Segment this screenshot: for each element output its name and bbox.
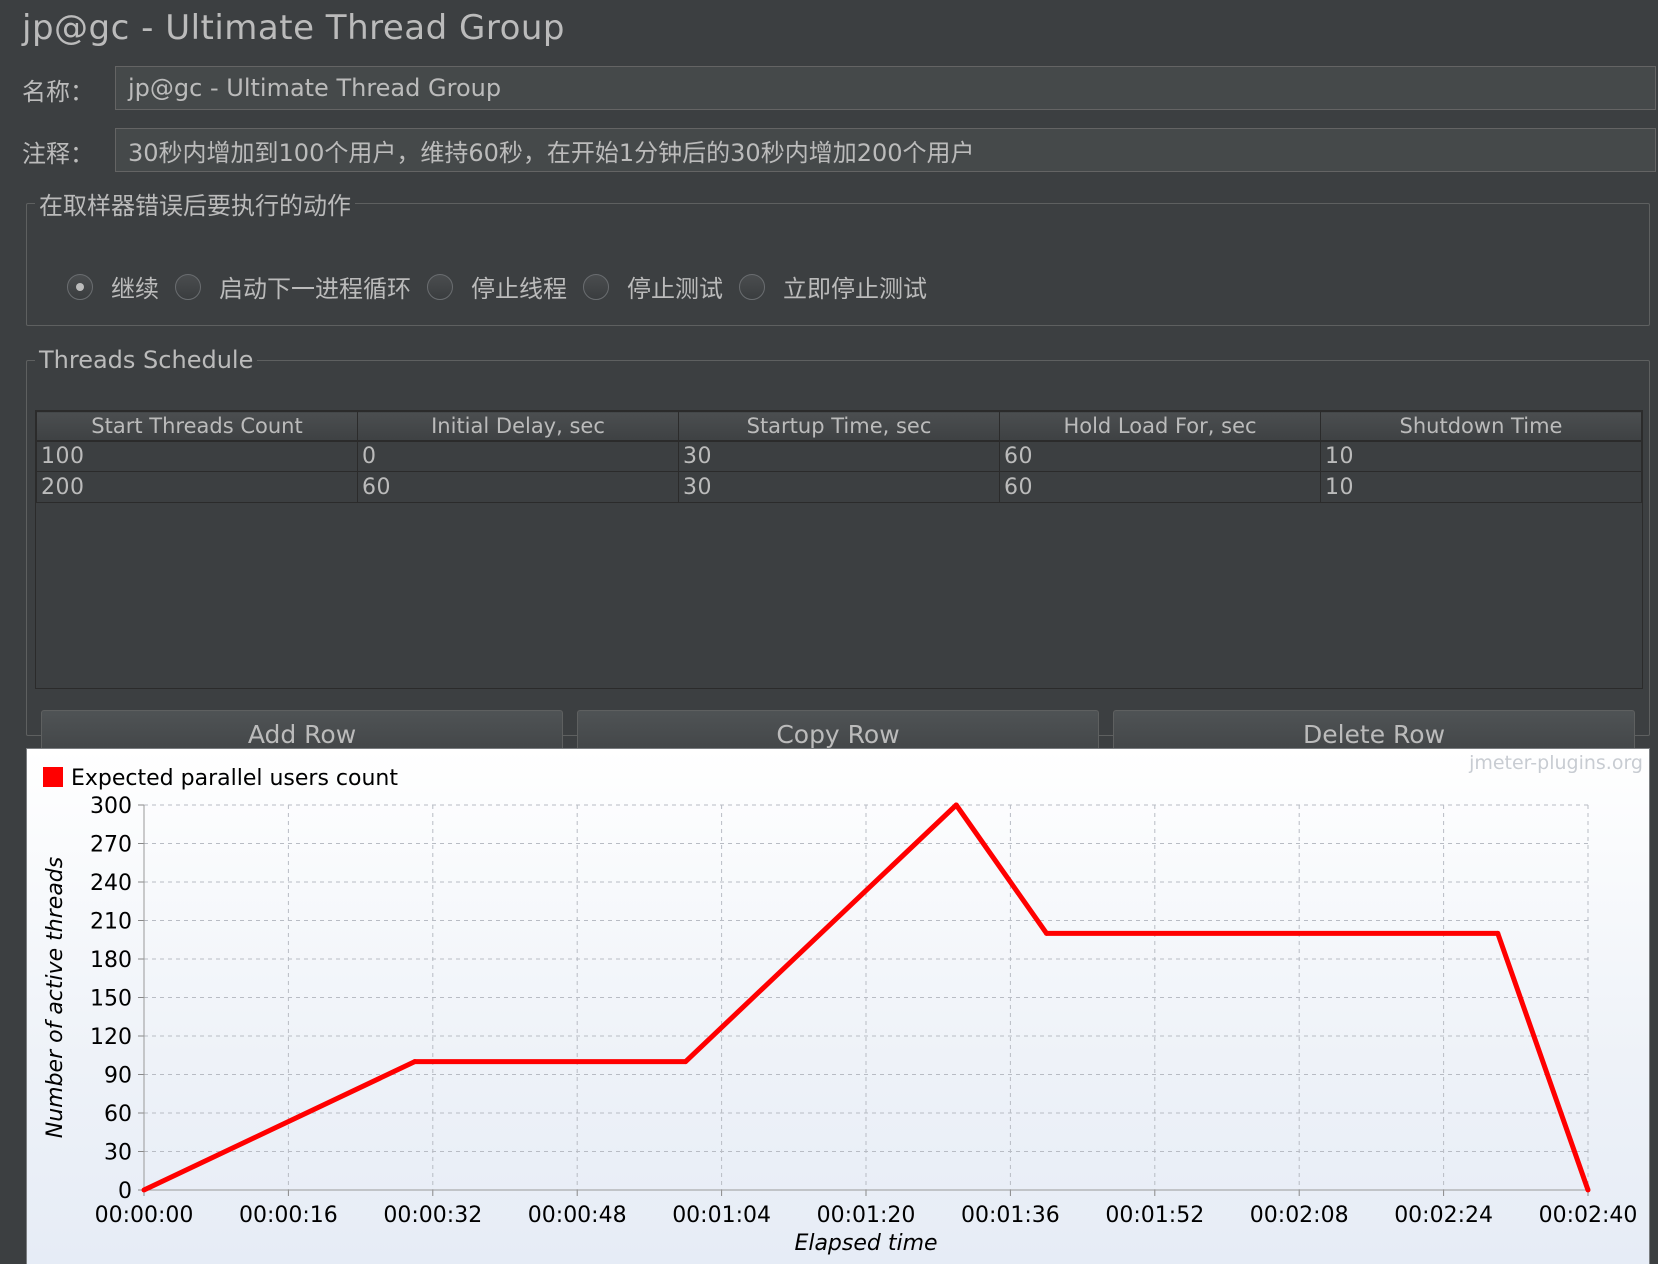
schedule-table: Start Threads Count Initial Delay, sec Sta… bbox=[36, 411, 1642, 503]
table-cell[interactable]: 10 bbox=[1320, 440, 1642, 472]
radio-button[interactable] bbox=[739, 273, 765, 300]
column-header[interactable]: Initial Delay, sec bbox=[357, 411, 679, 442]
x-tick-label: 00:01:20 bbox=[817, 1203, 916, 1228]
name-label: 名称： bbox=[22, 77, 94, 106]
legend-swatch bbox=[43, 767, 63, 787]
radio-label: 继续 bbox=[111, 275, 159, 303]
x-tick-label: 00:02:24 bbox=[1394, 1203, 1493, 1228]
chart-svg: jmeter-plugins.org Expected parallel user… bbox=[43, 752, 1643, 1256]
radio-option-3[interactable]: 停止测试 bbox=[583, 269, 723, 304]
watermark: jmeter-plugins.org bbox=[1468, 752, 1643, 774]
y-axis-label: Number of active threads bbox=[43, 857, 68, 1139]
radio-label: 立即停止测试 bbox=[783, 275, 927, 303]
table-row[interactable]: 100 0 30 60 10 bbox=[36, 440, 1642, 472]
radio-button[interactable] bbox=[175, 273, 201, 300]
y-tick-label: 210 bbox=[90, 910, 132, 935]
column-header[interactable]: Shutdown Time bbox=[1320, 411, 1642, 442]
data-point bbox=[141, 1187, 147, 1193]
table-cell[interactable]: 60 bbox=[999, 440, 1321, 472]
table-row[interactable]: 200 60 30 60 10 bbox=[36, 471, 1642, 503]
threads-chart: jmeter-plugins.org Expected parallel user… bbox=[26, 748, 1650, 1264]
sampler-error-legend: 在取样器错误后要执行的动作 bbox=[39, 192, 351, 220]
y-tick-label: 300 bbox=[90, 794, 132, 819]
table-cell[interactable]: 30 bbox=[678, 471, 1000, 503]
y-tick-label: 180 bbox=[90, 948, 132, 973]
y-tick-label: 90 bbox=[104, 1064, 132, 1089]
x-axis-label: Elapsed time bbox=[794, 1231, 937, 1256]
table-cell[interactable]: 60 bbox=[357, 471, 679, 503]
data-point bbox=[1495, 930, 1501, 936]
window-title: jp@gc - Ultimate Thread Group bbox=[22, 8, 566, 48]
comment-row: 注释： 30秒内增加到100个用户，维持60秒，在开始1分钟后的30秒内增加20… bbox=[22, 128, 1658, 174]
table-cell[interactable]: 200 bbox=[36, 471, 358, 503]
table-cell[interactable]: 30 bbox=[678, 440, 1000, 472]
data-point bbox=[953, 802, 959, 808]
comment-input[interactable]: 30秒内增加到100个用户，维持60秒，在开始1分钟后的30秒内增加200个用户 bbox=[115, 128, 1656, 172]
radio-option-2[interactable]: 停止线程 bbox=[427, 269, 567, 304]
radio-label: 停止线程 bbox=[471, 275, 567, 303]
y-tick-label: 60 bbox=[104, 1102, 132, 1127]
y-tick-label: 270 bbox=[90, 833, 132, 858]
y-tick-label: 240 bbox=[90, 871, 132, 896]
data-point bbox=[683, 1059, 688, 1065]
x-tick-label: 00:02:40 bbox=[1539, 1203, 1638, 1228]
schedule-table-container[interactable]: Start Threads Count Initial Delay, sec Sta… bbox=[35, 410, 1643, 689]
radio-label: 启动下一进程循环 bbox=[219, 275, 411, 303]
name-row: 名称： jp@gc - Ultimate Thread Group bbox=[22, 66, 1658, 112]
sampler-error-options: 继续 启动下一进程循环 停止线程 停止测试 立即停止测试 bbox=[67, 269, 943, 304]
radio-button[interactable] bbox=[427, 273, 453, 300]
column-header[interactable]: Hold Load For, sec bbox=[999, 411, 1321, 442]
column-header[interactable]: Startup Time, sec bbox=[678, 411, 1000, 442]
threads-schedule-legend: Threads Schedule bbox=[39, 346, 254, 374]
x-tick-label: 00:00:00 bbox=[95, 1203, 194, 1228]
sampler-error-panel: 在取样器错误后要执行的动作 继续 启动下一进程循环 停止线程 停止测试 立即停止测试 bbox=[26, 186, 1650, 326]
x-tick-label: 00:00:32 bbox=[383, 1203, 482, 1228]
column-header[interactable]: Start Threads Count bbox=[36, 411, 358, 442]
radio-button[interactable] bbox=[583, 273, 609, 300]
comment-label: 注释： bbox=[22, 139, 94, 168]
radio-label: 停止测试 bbox=[627, 275, 723, 303]
y-tick-label: 0 bbox=[118, 1179, 132, 1204]
legend-label: Expected parallel users count bbox=[71, 766, 398, 791]
name-input[interactable]: jp@gc - Ultimate Thread Group bbox=[115, 66, 1656, 110]
data-point bbox=[412, 1059, 418, 1065]
x-tick-label: 00:02:08 bbox=[1250, 1203, 1349, 1228]
table-header-row: Start Threads Count Initial Delay, sec Sta… bbox=[36, 411, 1642, 442]
y-tick-label: 30 bbox=[104, 1141, 132, 1166]
table-cell[interactable]: 60 bbox=[999, 471, 1321, 503]
radio-button[interactable] bbox=[67, 273, 93, 300]
radio-option-0[interactable]: 继续 bbox=[67, 269, 159, 304]
table-cell[interactable]: 100 bbox=[36, 440, 358, 472]
data-point bbox=[1585, 1187, 1591, 1193]
data-point bbox=[1044, 930, 1049, 936]
x-tick-label: 00:01:36 bbox=[961, 1203, 1060, 1228]
radio-option-1[interactable]: 启动下一进程循环 bbox=[175, 269, 411, 304]
y-tick-label: 150 bbox=[90, 987, 132, 1012]
x-tick-label: 00:00:16 bbox=[239, 1203, 338, 1228]
x-tick-label: 00:01:04 bbox=[672, 1203, 771, 1228]
x-tick-label: 00:00:48 bbox=[528, 1203, 627, 1228]
table-cell[interactable]: 0 bbox=[357, 440, 679, 472]
threads-schedule-panel: Threads Schedule Start Threads Count Init… bbox=[26, 346, 1650, 759]
radio-option-4[interactable]: 立即停止测试 bbox=[739, 269, 927, 304]
x-tick-label: 00:01:52 bbox=[1105, 1203, 1204, 1228]
y-tick-label: 120 bbox=[90, 1025, 132, 1050]
table-cell[interactable]: 10 bbox=[1320, 471, 1642, 503]
